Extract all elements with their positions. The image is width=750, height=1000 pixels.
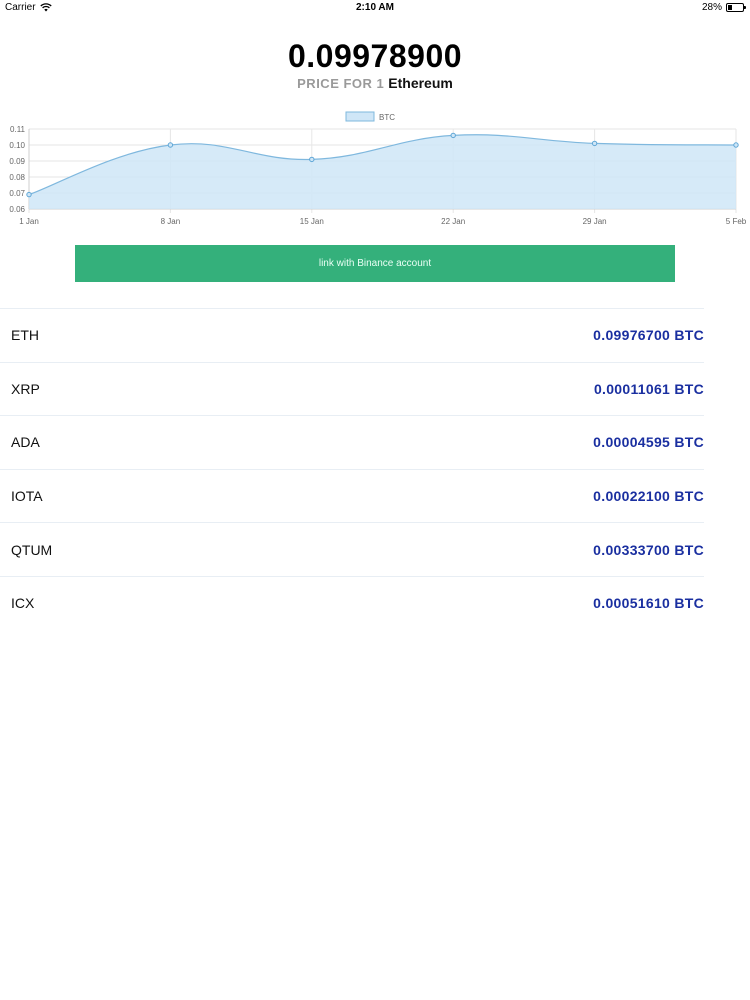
coin-row-iota[interactable]: IOTA 0.00022100 BTC bbox=[0, 468, 704, 523]
coin-row-eth[interactable]: ETH 0.09976700 BTC bbox=[0, 308, 704, 362]
status-time: 2:10 AM bbox=[356, 2, 394, 13]
y-tick-label: 0.07 bbox=[9, 189, 25, 198]
coin-price: 0.00333700 BTC bbox=[593, 541, 704, 558]
coin-symbol: XRP bbox=[11, 380, 40, 397]
data-point bbox=[167, 142, 174, 148]
coin-price: 0.00051610 BTC bbox=[593, 595, 704, 612]
data-point bbox=[309, 156, 315, 163]
coin-symbol: IOTA bbox=[11, 488, 43, 505]
legend-swatch bbox=[345, 111, 375, 122]
data-point bbox=[733, 142, 739, 148]
y-tick-label: 0.11 bbox=[10, 125, 26, 134]
coin-symbol: ICX bbox=[11, 595, 35, 612]
coin-price: 0.00022100 BTC bbox=[593, 488, 704, 505]
coin-row-qtum[interactable]: QTUM 0.00333700 BTC bbox=[0, 522, 704, 576]
data-point bbox=[26, 191, 32, 198]
price-caption-coin: Ethereum bbox=[388, 75, 453, 91]
link-binance-button[interactable]: link with Binance account bbox=[75, 245, 675, 282]
status-right: 28% bbox=[701, 2, 746, 13]
coin-row-xrp[interactable]: XRP 0.00011061 BTC bbox=[0, 361, 704, 416]
battery-fill bbox=[728, 5, 732, 10]
coin-row-ada[interactable]: ADA 0.00004595 BTC bbox=[0, 415, 704, 469]
price-chart: BTC 0.110.100.090.080.070.06 1 Jan 8 Jan 1… bbox=[9, 111, 747, 226]
chart-x-ticks: 1 Jan 8 Jan 15 Jan 22 Jan 29 Jan 5 Feb bbox=[19, 217, 747, 226]
price-caption: PRICE FOR 1 Ethereum bbox=[0, 75, 750, 91]
x-tick-label: 22 Jan bbox=[441, 217, 465, 226]
data-point bbox=[591, 140, 598, 147]
coin-symbol: ETH bbox=[11, 327, 39, 344]
y-tick-label: 0.09 bbox=[9, 157, 25, 166]
coin-row-icx[interactable]: ICX 0.00051610 BTC bbox=[0, 575, 704, 630]
chart-area-fill bbox=[29, 134, 736, 209]
price-value: 0.09978900 bbox=[287, 38, 463, 74]
coin-price: 0.00011061 BTC bbox=[593, 380, 704, 397]
battery-percent: 28% bbox=[701, 2, 722, 13]
coin-list: ETH 0.09976700 BTC XRP 0.00011061 BTC AD… bbox=[0, 308, 704, 630]
y-tick-label: 0.06 bbox=[9, 205, 25, 214]
x-tick-label: 15 Jan bbox=[300, 217, 324, 226]
coin-price: 0.00004595 BTC bbox=[593, 434, 704, 451]
chart-legend: BTC bbox=[345, 111, 395, 122]
y-tick-label: 0.08 bbox=[9, 173, 25, 182]
x-tick-label: 29 Jan bbox=[583, 217, 607, 226]
status-bar: Carrier 2:10 AM 28% bbox=[0, 0, 750, 16]
legend-label: BTC bbox=[379, 113, 395, 122]
y-tick-label: 0.10 bbox=[9, 141, 25, 150]
battery-icon bbox=[726, 3, 746, 12]
data-point bbox=[450, 132, 456, 139]
coin-symbol: ADA bbox=[11, 434, 40, 451]
chart-y-ticks: 0.11 0.10 0.09 0.08 0.07 0.06 bbox=[9, 125, 25, 214]
coin-symbol: QTUM bbox=[11, 541, 53, 558]
x-tick-label: 5 Feb bbox=[726, 217, 747, 226]
coin-price: 0.09976700 BTC bbox=[593, 327, 704, 344]
x-tick-label: 1 Jan bbox=[19, 217, 39, 226]
price-caption-prefix: PRICE FOR 1 bbox=[297, 76, 385, 91]
x-tick-label: 8 Jan bbox=[161, 217, 181, 226]
